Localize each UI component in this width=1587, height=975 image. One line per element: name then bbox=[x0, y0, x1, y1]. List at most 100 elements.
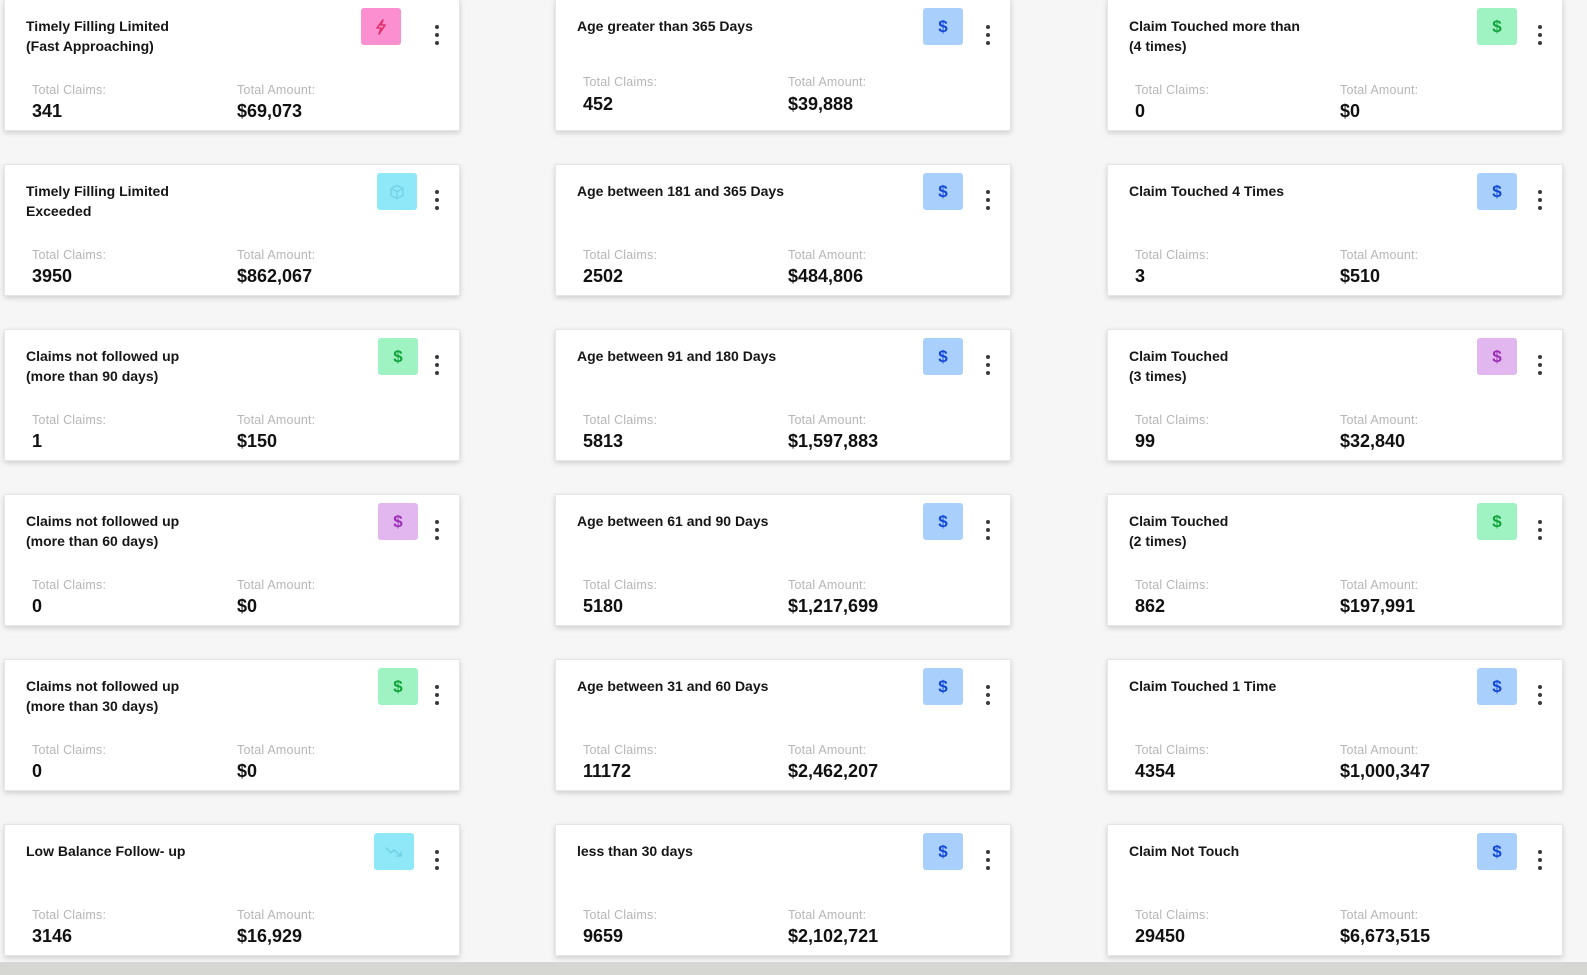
summary-card[interactable]: Claims not followed up (more than 90 day… bbox=[4, 329, 460, 461]
summary-card[interactable]: Timely Filling Limited Exceeded Total Cla… bbox=[4, 164, 460, 296]
total-amount-label: Total Amount: bbox=[1340, 413, 1419, 427]
total-amount-label: Total Amount: bbox=[788, 75, 867, 89]
total-amount-label: Total Amount: bbox=[788, 743, 867, 757]
total-claims-label: Total Claims: bbox=[32, 578, 107, 592]
summary-card[interactable]: Timely Filling Limited (Fast Approaching… bbox=[4, 0, 460, 131]
total-amount-label: Total Amount: bbox=[237, 83, 316, 97]
total-claims-value: 3146 bbox=[32, 926, 73, 946]
card-title: Low Balance Follow- up bbox=[26, 843, 186, 859]
more-options-icon[interactable] bbox=[984, 518, 992, 542]
more-options-icon[interactable] bbox=[984, 848, 992, 872]
dollar-icon: $ bbox=[938, 346, 948, 366]
card-badge bbox=[361, 8, 401, 45]
card-title: Timely Filling Limited Exceeded bbox=[26, 183, 169, 219]
more-options-icon[interactable] bbox=[984, 353, 992, 377]
total-claims-value: 2502 bbox=[583, 266, 624, 286]
dollar-icon: $ bbox=[393, 676, 403, 696]
summary-card[interactable]: Claims not followed up (more than 30 day… bbox=[4, 659, 460, 791]
total-amount-value: $510 bbox=[1340, 266, 1381, 286]
summary-card[interactable]: Claim Touched more than (4 times) $ Total … bbox=[1107, 0, 1563, 131]
total-amount-value: $69,073 bbox=[237, 101, 303, 121]
more-options-icon[interactable] bbox=[1536, 353, 1544, 377]
total-amount-value: $2,462,207 bbox=[788, 761, 879, 781]
summary-card[interactable]: Claim Touched (2 times) $ Total Claims: Tot… bbox=[1107, 494, 1563, 626]
more-options-icon[interactable] bbox=[984, 188, 992, 212]
card-badge: $ bbox=[378, 503, 418, 540]
more-options-icon[interactable] bbox=[433, 683, 441, 707]
summary-card[interactable]: Claim Touched 1 Time $ Total Claims: Total … bbox=[1107, 659, 1563, 791]
summary-card[interactable]: Claim Not Touch $ Total Claims: Total Amoun… bbox=[1107, 824, 1563, 956]
summary-card[interactable]: Age greater than 365 Days $ Total Claims: T… bbox=[555, 0, 1011, 131]
summary-card[interactable]: Claim Touched (3 times) $ Total Claims: Tot… bbox=[1107, 329, 1563, 461]
dollar-icon: $ bbox=[938, 676, 948, 696]
total-amount-label: Total Amount: bbox=[237, 578, 316, 592]
summary-card[interactable]: Low Balance Follow- up Total Claims: Total… bbox=[4, 824, 460, 956]
total-claims-value: 3950 bbox=[32, 266, 73, 286]
summary-card[interactable]: Claim Touched 4 Times $ Total Claims: Total… bbox=[1107, 164, 1563, 296]
summary-card[interactable]: Claims not followed up (more than 60 day… bbox=[4, 494, 460, 626]
more-options-icon[interactable] bbox=[1536, 518, 1544, 542]
more-options-icon[interactable] bbox=[1536, 683, 1544, 707]
total-claims-value: 341 bbox=[32, 101, 63, 121]
total-amount-value: $862,067 bbox=[237, 266, 313, 286]
total-claims-label: Total Claims: bbox=[1135, 413, 1210, 427]
card-badge bbox=[374, 833, 414, 870]
total-claims-label: Total Claims: bbox=[32, 248, 107, 262]
total-claims-label: Total Claims: bbox=[1135, 908, 1210, 922]
total-claims-value: 9659 bbox=[583, 926, 624, 946]
more-options-icon[interactable] bbox=[433, 848, 441, 872]
summary-card[interactable]: less than 30 days $ Total Claims: Total Amo… bbox=[555, 824, 1011, 956]
total-amount-label: Total Amount: bbox=[1340, 578, 1419, 592]
more-options-icon[interactable] bbox=[984, 683, 992, 707]
more-options-icon[interactable] bbox=[1536, 848, 1544, 872]
total-claims-label: Total Claims: bbox=[32, 908, 107, 922]
total-amount-value: $1,217,699 bbox=[788, 596, 879, 616]
total-claims-value: 452 bbox=[583, 94, 614, 114]
box-icon bbox=[389, 184, 405, 200]
dollar-icon: $ bbox=[1492, 16, 1502, 36]
card-title: Age between 91 and 180 Days bbox=[577, 348, 777, 364]
total-claims-label: Total Claims: bbox=[1135, 248, 1210, 262]
dollar-icon: $ bbox=[1492, 346, 1502, 366]
total-amount-value: $197,991 bbox=[1340, 596, 1416, 616]
summary-card[interactable]: Age between 91 and 180 Days $ Total Claims… bbox=[555, 329, 1011, 461]
total-claims-label: Total Claims: bbox=[583, 578, 658, 592]
more-options-icon[interactable] bbox=[433, 518, 441, 542]
total-amount-value: $150 bbox=[237, 431, 278, 451]
total-amount-value: $484,806 bbox=[788, 266, 864, 286]
total-amount-label: Total Amount: bbox=[1340, 908, 1419, 922]
total-amount-value: $39,888 bbox=[788, 94, 854, 114]
total-amount-label: Total Amount: bbox=[237, 908, 316, 922]
card-badge: $ bbox=[923, 173, 963, 210]
card-badge: $ bbox=[923, 503, 963, 540]
total-amount-label: Total Amount: bbox=[237, 743, 316, 757]
total-amount-value: $1,597,883 bbox=[788, 431, 879, 451]
dollar-icon: $ bbox=[1492, 511, 1502, 531]
summary-card[interactable]: Age between 181 and 365 Days $ Total Claim… bbox=[555, 164, 1011, 296]
more-options-icon[interactable] bbox=[433, 353, 441, 377]
more-options-icon[interactable] bbox=[433, 23, 441, 47]
card-badge: $ bbox=[378, 338, 418, 375]
total-claims-value: 5813 bbox=[583, 431, 624, 451]
total-amount-label: Total Amount: bbox=[237, 413, 316, 427]
card-title: Age between 31 and 60 Days bbox=[577, 678, 769, 694]
card-badge bbox=[377, 173, 417, 210]
total-amount-value: $6,673,515 bbox=[1340, 926, 1431, 946]
summary-card[interactable]: Age between 31 and 60 Days $ Total Claims:… bbox=[555, 659, 1011, 791]
total-claims-value: 862 bbox=[1135, 596, 1166, 616]
total-claims-value: 0 bbox=[32, 761, 43, 781]
card-badge: $ bbox=[923, 338, 963, 375]
more-options-icon[interactable] bbox=[984, 23, 992, 47]
card-title: Claims not followed up (more than 90 day… bbox=[26, 348, 180, 384]
card-badge: $ bbox=[923, 833, 963, 870]
more-options-icon[interactable] bbox=[1536, 188, 1544, 212]
card-badge: $ bbox=[1477, 338, 1517, 375]
more-options-icon[interactable] bbox=[1536, 23, 1544, 47]
card-badge: $ bbox=[923, 8, 963, 45]
card-title: Age between 61 and 90 Days bbox=[577, 513, 769, 529]
total-amount-label: Total Amount: bbox=[788, 413, 867, 427]
more-options-icon[interactable] bbox=[433, 188, 441, 212]
total-claims-label: Total Claims: bbox=[32, 83, 107, 97]
total-amount-label: Total Amount: bbox=[1340, 83, 1419, 97]
summary-card[interactable]: Age between 61 and 90 Days $ Total Claims:… bbox=[555, 494, 1011, 626]
